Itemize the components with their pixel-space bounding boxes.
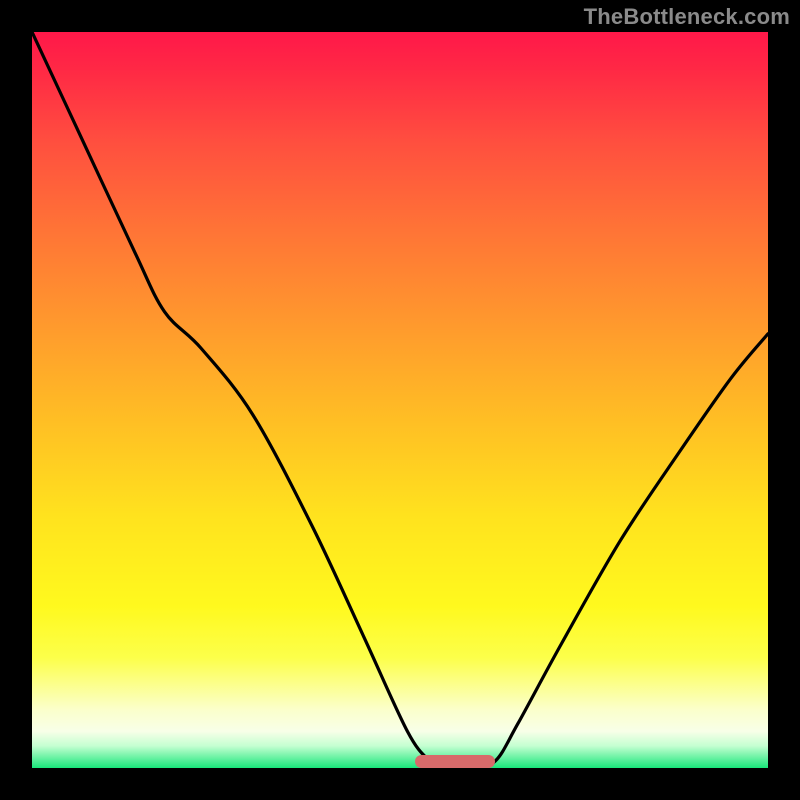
optimal-zone-marker — [415, 755, 495, 768]
attribution-label: TheBottleneck.com — [584, 4, 790, 30]
plot-area — [32, 32, 768, 768]
bottleneck-curve — [32, 32, 768, 768]
chart-frame: TheBottleneck.com — [0, 0, 800, 800]
